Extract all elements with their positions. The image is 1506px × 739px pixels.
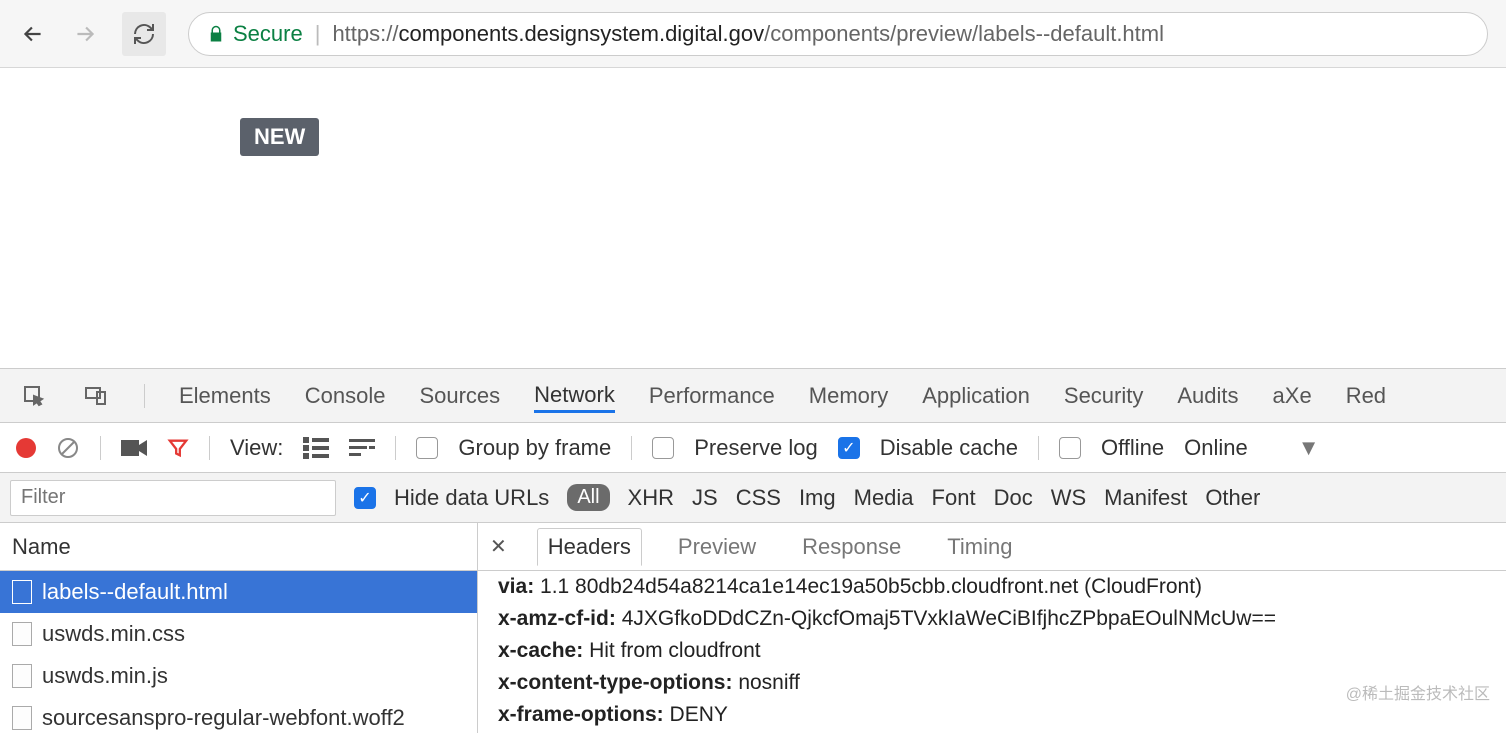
network-toolbar: View: Group by frame Preserve log ✓ Disa…	[0, 423, 1506, 473]
network-filter-row: ✓ Hide data URLs All XHR JS CSS Img Medi…	[0, 473, 1506, 523]
filter-all[interactable]: All	[567, 484, 609, 511]
hide-data-urls-checkbox[interactable]: ✓	[354, 487, 376, 509]
headers-content[interactable]: via: 1.1 80db24d54a8214ca1e14ec19a50b5cb…	[478, 571, 1506, 731]
tab-elements[interactable]: Elements	[179, 383, 271, 409]
tab-network[interactable]: Network	[534, 382, 615, 413]
camera-icon[interactable]	[121, 438, 147, 458]
back-button[interactable]	[18, 19, 48, 49]
request-name: sourcesanspro-regular-webfont.woff2	[42, 705, 405, 731]
tab-axe[interactable]: aXe	[1273, 383, 1312, 409]
name-column-header[interactable]: Name	[0, 523, 477, 571]
tab-console[interactable]: Console	[305, 383, 386, 409]
filter-other[interactable]: Other	[1205, 485, 1260, 511]
request-name: uswds.min.js	[42, 663, 168, 689]
url-text: https://components.designsystem.digital.…	[332, 21, 1164, 47]
filter-xhr[interactable]: XHR	[628, 485, 674, 511]
devtools-panel: Elements Console Sources Network Perform…	[0, 368, 1506, 733]
secure-indicator: Secure	[207, 21, 303, 47]
disable-cache-label: Disable cache	[880, 435, 1018, 461]
tab-memory[interactable]: Memory	[809, 383, 888, 409]
secure-label: Secure	[233, 21, 303, 47]
view-large-icon[interactable]	[303, 437, 329, 459]
request-row[interactable]: sourcesanspro-regular-webfont.woff2	[0, 697, 477, 739]
filter-icon[interactable]	[167, 437, 189, 459]
record-button[interactable]	[16, 438, 36, 458]
group-by-frame-checkbox[interactable]	[416, 437, 438, 459]
offline-label: Offline	[1101, 435, 1164, 461]
tab-redux[interactable]: Red	[1346, 383, 1386, 409]
view-small-icon[interactable]	[349, 437, 375, 459]
forward-button[interactable]	[70, 19, 100, 49]
clear-icon[interactable]	[56, 436, 80, 460]
disable-cache-checkbox[interactable]: ✓	[838, 437, 860, 459]
tab-timing[interactable]: Timing	[937, 529, 1022, 565]
file-icon	[12, 622, 32, 646]
request-row[interactable]: uswds.min.css	[0, 613, 477, 655]
address-bar[interactable]: Secure | https://components.designsystem…	[188, 12, 1488, 56]
new-label-badge: NEW	[240, 118, 319, 156]
filter-manifest[interactable]: Manifest	[1104, 485, 1187, 511]
hide-data-urls-label: Hide data URLs	[394, 485, 549, 511]
filter-js[interactable]: JS	[692, 485, 718, 511]
filter-css[interactable]: CSS	[736, 485, 781, 511]
file-icon	[12, 580, 32, 604]
tab-security[interactable]: Security	[1064, 383, 1143, 409]
tab-response[interactable]: Response	[792, 529, 911, 565]
tab-application[interactable]: Application	[922, 383, 1030, 409]
file-icon	[12, 706, 32, 730]
preserve-log-checkbox[interactable]	[652, 437, 674, 459]
view-label: View:	[230, 435, 283, 461]
dropdown-icon[interactable]: ▼	[1298, 435, 1320, 461]
request-row[interactable]: uswds.min.js	[0, 655, 477, 697]
filter-ws[interactable]: WS	[1051, 485, 1086, 511]
browser-toolbar: Secure | https://components.designsystem…	[0, 0, 1506, 68]
lock-icon	[207, 25, 225, 43]
filter-font[interactable]: Font	[932, 485, 976, 511]
tab-sources[interactable]: Sources	[419, 383, 500, 409]
inspect-icon[interactable]	[20, 382, 48, 410]
watermark: @稀土掘金技术社区	[1346, 680, 1490, 704]
request-name: uswds.min.css	[42, 621, 185, 647]
request-name: labels--default.html	[42, 579, 228, 605]
filter-input[interactable]	[10, 480, 336, 516]
detail-tabs: ✕ Headers Preview Response Timing	[478, 523, 1506, 571]
group-by-frame-label: Group by frame	[458, 435, 611, 461]
request-list: Name labels--default.html uswds.min.css …	[0, 523, 478, 733]
page-content: NEW	[0, 68, 1506, 368]
tab-headers[interactable]: Headers	[537, 528, 642, 566]
filter-doc[interactable]: Doc	[994, 485, 1033, 511]
reload-button[interactable]	[122, 12, 166, 56]
device-toggle-icon[interactable]	[82, 382, 110, 410]
offline-checkbox[interactable]	[1059, 437, 1081, 459]
preserve-log-label: Preserve log	[694, 435, 818, 461]
request-row[interactable]: labels--default.html	[0, 571, 477, 613]
file-icon	[12, 664, 32, 688]
close-detail-button[interactable]: ✕	[486, 534, 511, 559]
tab-audits[interactable]: Audits	[1177, 383, 1238, 409]
filter-img[interactable]: Img	[799, 485, 836, 511]
filter-media[interactable]: Media	[854, 485, 914, 511]
devtools-tab-bar: Elements Console Sources Network Perform…	[0, 369, 1506, 423]
tab-performance[interactable]: Performance	[649, 383, 775, 409]
tab-preview[interactable]: Preview	[668, 529, 766, 565]
throttling-select[interactable]: Online	[1184, 435, 1248, 461]
